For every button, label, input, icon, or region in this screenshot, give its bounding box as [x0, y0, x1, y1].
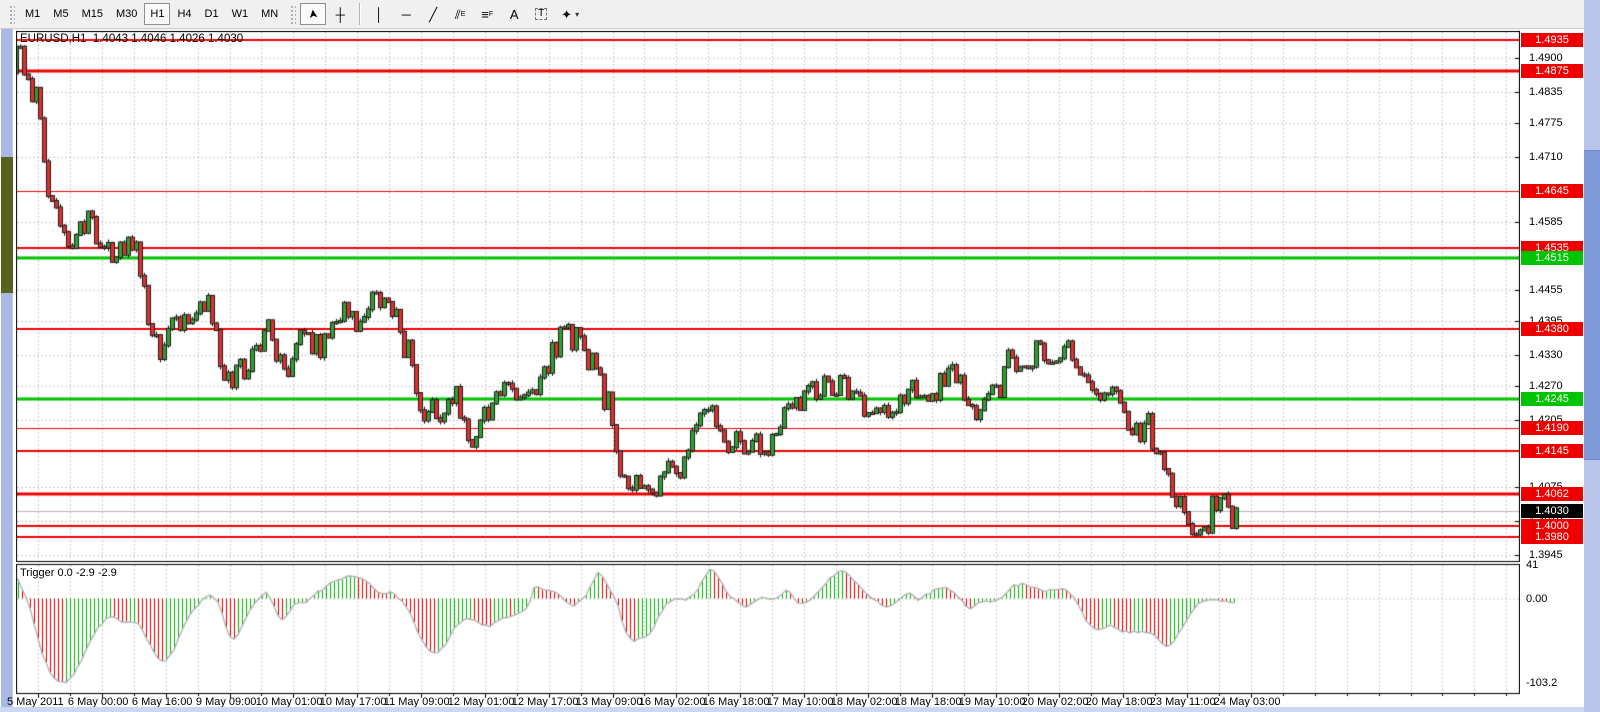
- timeframe-button-m15[interactable]: M15: [76, 3, 109, 25]
- text-button[interactable]: A: [501, 3, 527, 25]
- current-price-label: 1.4030: [1521, 504, 1583, 518]
- arrows-button[interactable]: ✦ ▾: [555, 3, 585, 25]
- price-axis-background: [1520, 29, 1584, 707]
- fibonacci-icon: ≡: [481, 6, 489, 22]
- timeframe-button-h1[interactable]: H1: [144, 3, 171, 25]
- level-price-label: 1.4875: [1521, 64, 1583, 78]
- trendline-icon: ╱: [429, 6, 438, 22]
- dropdown-arrow-icon[interactable]: ▾: [575, 10, 579, 19]
- equidistant-channel-subscript: E: [460, 10, 466, 18]
- price-tick-label: 1.4330: [1529, 349, 1563, 361]
- level-price-label: 1.4645: [1521, 184, 1583, 198]
- price-tick-label: 1.4775: [1529, 117, 1563, 129]
- timeframe-toolbar: M1 M5 M15 M30 H1 H4 D1 W1 MN: [19, 3, 285, 25]
- level-price-label: 1.4935: [1521, 33, 1583, 47]
- crosshair-button[interactable]: ┼: [327, 3, 353, 25]
- vertical-line-icon: │: [375, 6, 384, 22]
- toolbar: M1 M5 M15 M30 H1 H4 D1 W1 MN ➤ ┼ │ ─ ╱ ⫽ E ≡ F A T ✦ ▾: [0, 0, 1584, 29]
- tools-grip[interactable]: [289, 4, 297, 24]
- chart-title: EURUSD,H1 1.4043 1.4046 1.4026 1.4030: [20, 33, 244, 45]
- indicator-tick-label: 0.00: [1526, 593, 1548, 605]
- level-price-label: 1.4245: [1521, 392, 1583, 406]
- price-tick-label: 1.4835: [1529, 86, 1563, 98]
- timeframe-button-h4[interactable]: H4: [171, 3, 197, 25]
- left-dock-block: [1, 157, 13, 293]
- price-tick-label: 1.4270: [1529, 380, 1563, 392]
- vertical-line-button[interactable]: │: [366, 3, 392, 25]
- timeframe-button-d1[interactable]: D1: [199, 3, 225, 25]
- trendline-button[interactable]: ╱: [420, 3, 446, 25]
- level-price-label: 1.4062: [1521, 487, 1583, 501]
- chart-canvas[interactable]: [16, 31, 1520, 701]
- crosshair-icon: ┼: [335, 6, 345, 22]
- price-tick-label: 1.4585: [1529, 216, 1563, 228]
- indicator-tick-label: -103.2: [1526, 677, 1558, 689]
- toolbar-grip[interactable]: [8, 4, 15, 24]
- fibonacci-button[interactable]: ≡ F: [474, 3, 500, 25]
- text-icon: A: [509, 6, 519, 22]
- timeframe-button-m30[interactable]: M30: [110, 3, 143, 25]
- left-dock-background: [1, 29, 13, 712]
- timeframe-button-mn[interactable]: MN: [255, 3, 284, 25]
- right-scroll-strip: [1584, 0, 1600, 712]
- text-label-button[interactable]: T: [528, 3, 554, 25]
- level-price-label: 1.4380: [1521, 322, 1583, 336]
- drawing-toolbar: ➤ ┼ │ ─ ╱ ⫽ E ≡ F A T ✦ ▾: [300, 3, 586, 25]
- bottom-edge-strip: [0, 707, 1584, 712]
- arrows-icon: ✦: [561, 6, 573, 22]
- cursor-button[interactable]: ➤: [300, 3, 327, 25]
- toolbar-separator: [359, 3, 362, 25]
- horizontal-line-button[interactable]: ─: [393, 3, 419, 25]
- price-tick-label: 1.4455: [1529, 284, 1563, 296]
- timeframe-button-m1[interactable]: M1: [19, 3, 46, 25]
- mt4-window: M1 M5 M15 M30 H1 H4 D1 W1 MN ➤ ┼ │ ─ ╱ ⫽ E ≡ F A T ✦ ▾ EURUS…: [0, 0, 1600, 712]
- equidistant-channel-button[interactable]: ⫽ E: [447, 3, 473, 25]
- price-tick-label: 1.4710: [1529, 151, 1563, 163]
- price-tick-label: 1.4900: [1529, 52, 1563, 64]
- level-price-label: 1.4145: [1521, 444, 1583, 458]
- cursor-icon: ➤: [305, 8, 321, 20]
- text-label-icon: T: [535, 8, 548, 20]
- right-scroll-thumb[interactable]: [1584, 150, 1600, 460]
- level-price-label: 1.4515: [1521, 251, 1583, 265]
- timeframe-button-m5[interactable]: M5: [47, 3, 74, 25]
- fibonacci-subscript: F: [488, 10, 494, 18]
- left-dock-strip: [0, 29, 16, 712]
- level-price-label: 1.4190: [1521, 421, 1583, 435]
- indicator-tick-label: 41: [1526, 559, 1539, 571]
- level-price-label: 1.3980: [1521, 530, 1583, 544]
- horizontal-line-icon: ─: [401, 6, 411, 22]
- timeframe-button-w1[interactable]: W1: [226, 3, 255, 25]
- indicator-title: Trigger 0.0 -2.9 -2.9: [20, 567, 117, 579]
